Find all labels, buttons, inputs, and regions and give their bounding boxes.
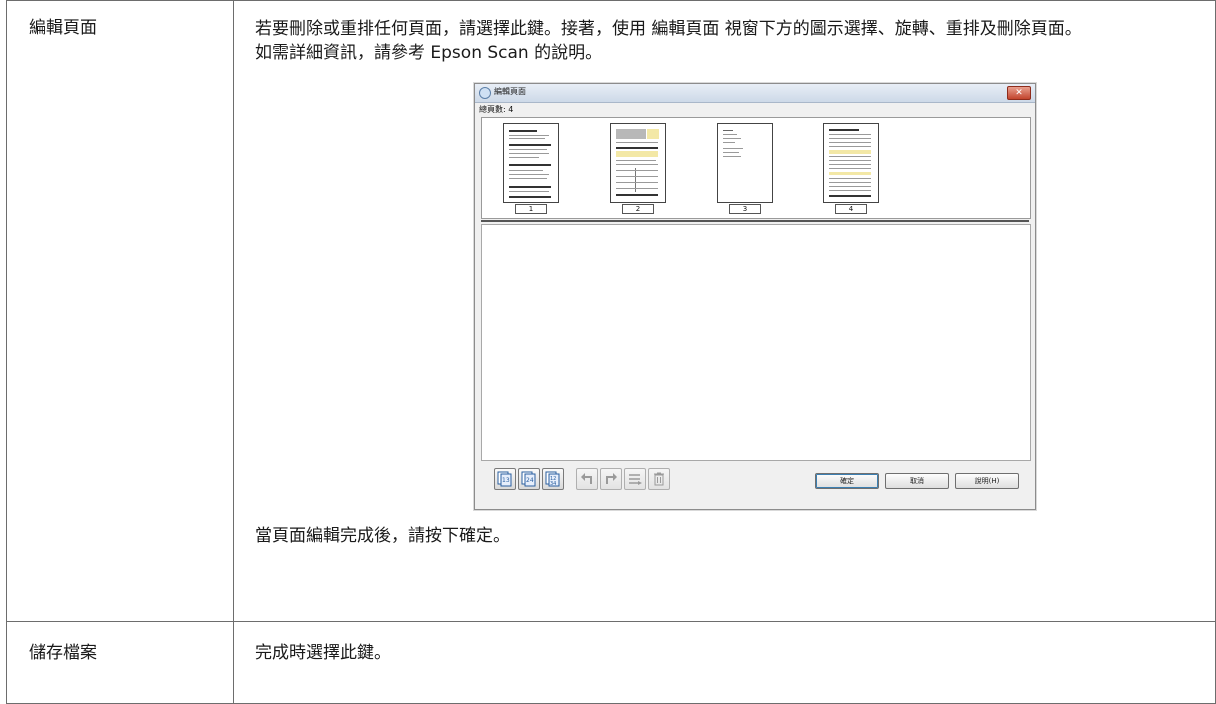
dialog-title: 編輯頁面 bbox=[494, 87, 526, 96]
document-table: 編輯頁面 若要刪除或重排任何頁面，請選擇此鍵。接著，使用 編輯頁面 視窗下方的圖… bbox=[6, 0, 1216, 704]
page-number-box: 1 bbox=[515, 204, 547, 214]
label-cell: 編輯頁面 bbox=[6, 0, 234, 622]
cancel-button[interactable]: 取消 bbox=[885, 473, 949, 489]
select-odd-pages-icon[interactable]: 13 bbox=[494, 468, 516, 490]
page-number-box: 3 bbox=[729, 204, 761, 214]
select-all-pages-icon[interactable]: 12 34 bbox=[542, 468, 564, 490]
rotate-right-icon[interactable] bbox=[600, 468, 622, 490]
page-thumbnail-2[interactable] bbox=[610, 123, 666, 203]
select-even-pages-icon[interactable]: 24 bbox=[518, 468, 540, 490]
description-cell: 若要刪除或重排任何頁面，請選擇此鍵。接著，使用 編輯頁面 視窗下方的圖示選擇、旋… bbox=[233, 0, 1216, 622]
thumbnail-area: 1 2 3 4 bbox=[481, 117, 1031, 219]
table-row: 編輯頁面 若要刪除或重排任何頁面，請選擇此鍵。接著，使用 編輯頁面 視窗下方的圖… bbox=[6, 0, 1216, 622]
svg-text:34: 34 bbox=[550, 481, 556, 487]
svg-text:24: 24 bbox=[526, 477, 534, 484]
help-reference-text: 如需詳細資訊，請參考 Epson Scan 的說明。 bbox=[255, 43, 603, 63]
table-row: 儲存檔案 完成時選擇此鍵。 bbox=[6, 621, 1216, 704]
ok-button[interactable]: 確定 bbox=[815, 473, 879, 489]
delete-icon[interactable] bbox=[648, 468, 670, 490]
page-count-label: 總頁數: 4 bbox=[479, 105, 514, 114]
edit-page-dialog-screenshot: 編輯頁面 ✕ 總頁數: 4 1 2 3 4 13 24 12 34 確定 取消 … bbox=[474, 83, 1036, 510]
page-thumbnail-3[interactable] bbox=[717, 123, 773, 203]
description-cell: 完成時選擇此鍵。 bbox=[233, 621, 1216, 704]
rotate-left-icon[interactable] bbox=[576, 468, 598, 490]
divider bbox=[481, 220, 1029, 222]
help-button[interactable]: 說明(H) bbox=[955, 473, 1019, 489]
page-number-box: 2 bbox=[622, 204, 654, 214]
app-icon bbox=[479, 87, 491, 99]
description-paragraph: 若要刪除或重排任何頁面，請選擇此鍵。接著，使用 編輯頁面 視窗下方的圖示選擇、旋… bbox=[255, 19, 1082, 39]
close-icon[interactable]: ✕ bbox=[1007, 86, 1031, 100]
reorder-icon[interactable] bbox=[624, 468, 646, 490]
page-thumbnail-4[interactable] bbox=[823, 123, 879, 203]
svg-text:13: 13 bbox=[502, 477, 510, 484]
workspace-area bbox=[481, 224, 1031, 461]
page-thumbnail-1[interactable] bbox=[503, 123, 559, 203]
completion-instruction: 當頁面編輯完成後，請按下確定。 bbox=[255, 526, 510, 546]
label-cell: 儲存檔案 bbox=[6, 621, 234, 704]
dialog-titlebar: 編輯頁面 ✕ bbox=[475, 84, 1035, 103]
page-number-box: 4 bbox=[835, 204, 867, 214]
